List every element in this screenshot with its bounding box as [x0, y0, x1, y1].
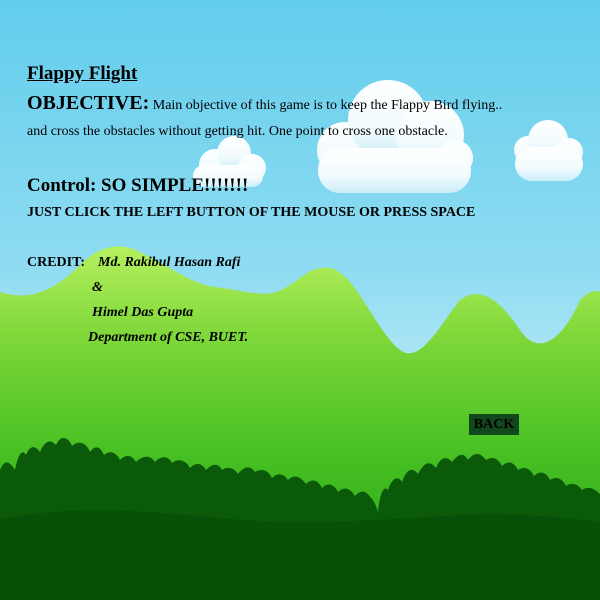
cloud-right: [514, 120, 583, 181]
objective-heading: OBJECTIVE:: [27, 92, 150, 114]
back-button[interactable]: BACK: [469, 414, 519, 435]
credit-department: Department of CSE, BUET.: [88, 330, 249, 345]
forest-shade: [0, 510, 600, 600]
objective-line-1: OBJECTIVE: Main objective of this game i…: [27, 92, 502, 115]
credit-author-1: Md. Rakibul Hasan Rafi: [98, 255, 241, 270]
control-heading: Control: SO SIMPLE!!!!!!!: [27, 175, 249, 196]
game-scene: Flappy Flight OBJECTIVE: Main objective …: [0, 0, 600, 600]
control-instruction: JUST CLICK THE LEFT BUTTON OF THE MOUSE …: [27, 205, 476, 220]
game-title: Flappy Flight: [27, 63, 138, 84]
background-scene: [0, 80, 600, 600]
credit-ampersand: &: [92, 280, 103, 295]
objective-text-1: Main objective of this game is to keep t…: [149, 98, 503, 113]
objective-text-2: and cross the obstacles without getting …: [27, 124, 448, 139]
credit-label: CREDIT:: [27, 255, 86, 270]
credit-author-2: Himel Das Gupta: [92, 305, 194, 320]
